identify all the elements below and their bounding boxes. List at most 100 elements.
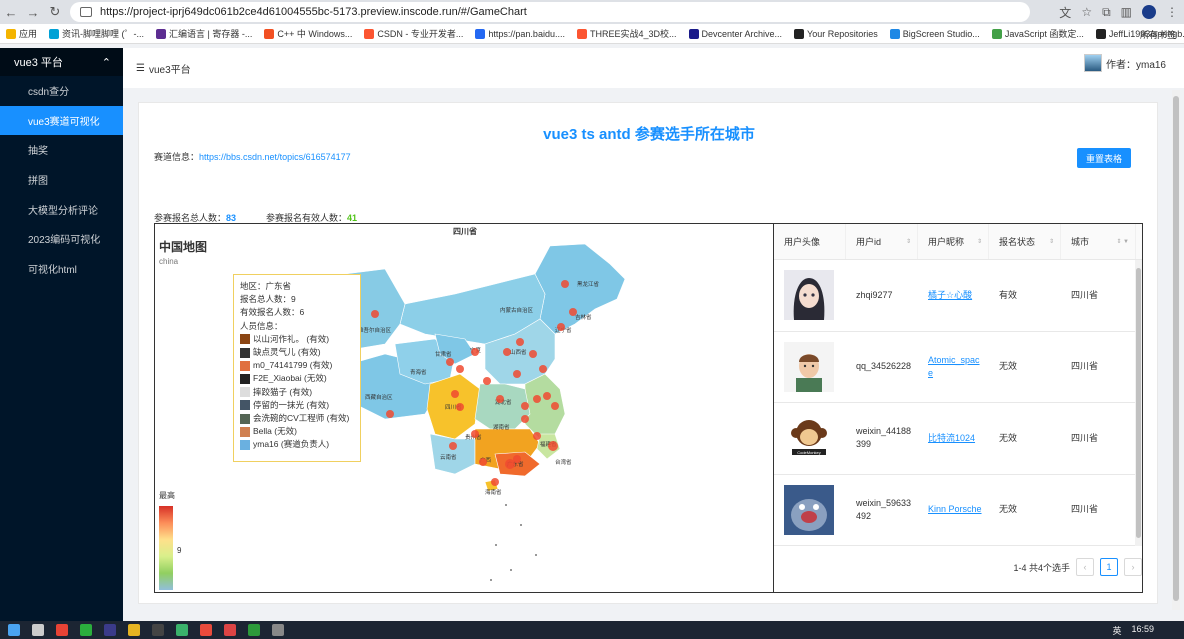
profile-avatar[interactable] xyxy=(1142,5,1156,19)
bookmark-item[interactable]: Your Repositories xyxy=(794,28,878,39)
sidebar-item[interactable]: 大模型分析评论 xyxy=(0,194,123,224)
map-point[interactable] xyxy=(471,348,479,356)
back-icon[interactable]: ← xyxy=(0,1,22,23)
map-point[interactable] xyxy=(371,310,379,318)
site-info-icon[interactable] xyxy=(80,7,92,17)
bookmark-item[interactable]: 资讯-脚哩脚哩 (゜-... xyxy=(49,27,144,40)
map-point[interactable] xyxy=(513,370,521,378)
sort-icon[interactable]: ⇕ xyxy=(977,238,982,245)
map-point[interactable] xyxy=(483,377,491,385)
chrome-icon[interactable] xyxy=(56,624,68,636)
map-point[interactable] xyxy=(533,432,541,440)
sidebar-item[interactable]: 拼图 xyxy=(0,165,123,195)
url-text[interactable]: https://project-iprj649dc061b2ce4d610045… xyxy=(100,6,527,18)
sidebar-item[interactable]: csdn查分 xyxy=(0,76,123,106)
app-icon[interactable] xyxy=(224,624,236,636)
terminal-icon[interactable] xyxy=(152,624,164,636)
map-point[interactable] xyxy=(516,338,524,346)
folder-icon[interactable] xyxy=(128,624,140,636)
sidebar-item[interactable]: vue3赛道可视化 xyxy=(0,105,123,136)
bookmark-item[interactable]: BigScreen Studio... xyxy=(889,28,980,39)
map-point[interactable] xyxy=(551,402,559,410)
menu-icon[interactable]: ☰ xyxy=(136,63,145,74)
china-map-panel[interactable]: 四川省 中国地图 china 黑龙江省 内蒙古自治区 吉林省 辽宁省 新疆维吾尔… xyxy=(154,223,774,593)
map-point[interactable] xyxy=(539,365,547,373)
forward-icon[interactable]: → xyxy=(22,1,44,23)
column-header[interactable]: 城市 ⇕ ▼ xyxy=(1061,224,1136,259)
user-nickname-link[interactable]: Kinn Porsche xyxy=(918,475,989,546)
legend-gradient-bar[interactable] xyxy=(159,506,173,590)
map-point[interactable] xyxy=(543,392,551,400)
sort-filter-icon[interactable]: ⇕ ▼ xyxy=(1116,238,1129,245)
map-point[interactable] xyxy=(557,323,565,331)
sidepanel-icon[interactable]: ▥ xyxy=(1121,5,1132,19)
app-icon[interactable] xyxy=(200,624,212,636)
map-point[interactable] xyxy=(479,458,487,466)
reset-table-button[interactable]: 重置表格 xyxy=(1077,148,1131,168)
search-icon[interactable] xyxy=(32,624,44,636)
editor-icon[interactable] xyxy=(104,624,116,636)
prev-page-button[interactable]: ‹ xyxy=(1076,558,1094,576)
map-point[interactable] xyxy=(521,415,529,423)
page-scrollbar[interactable] xyxy=(1172,90,1180,610)
sidebar-item[interactable]: 2023编码可视化 xyxy=(0,224,123,254)
map-point[interactable] xyxy=(569,308,577,316)
bookmark-item[interactable]: Devcenter Archive... xyxy=(688,28,782,39)
nickname-link[interactable]: Kinn Porsche xyxy=(928,503,982,516)
sort-icon[interactable]: ⇕ xyxy=(906,238,911,245)
input-language[interactable]: 英 xyxy=(1112,624,1121,637)
nickname-link[interactable]: Atomic_space xyxy=(928,354,983,380)
column-header[interactable]: 用户昵称 ⇕ xyxy=(918,224,989,259)
table-scroll-thumb[interactable] xyxy=(1136,268,1141,538)
map-point[interactable] xyxy=(456,403,464,411)
bookmark-item[interactable]: JavaScript 函数定... xyxy=(991,27,1084,40)
next-page-button[interactable]: › xyxy=(1124,558,1142,576)
map-point[interactable] xyxy=(451,390,459,398)
map-point[interactable] xyxy=(513,455,521,463)
column-header[interactable]: 用户id ⇕ xyxy=(846,224,918,259)
visual-map-legend[interactable]: 最高 9 最低 xyxy=(159,491,189,592)
map-point[interactable] xyxy=(456,365,464,373)
page-scroll-thumb[interactable] xyxy=(1173,96,1179,601)
app-icon[interactable] xyxy=(248,624,260,636)
bookmark-item[interactable]: THREE实战4_3D校... xyxy=(576,27,677,40)
track-link[interactable]: https://bbs.csdn.net/topics/616574177 xyxy=(199,152,351,162)
bookmark-item[interactable]: CSDN - 专业开发者... xyxy=(364,27,463,40)
column-header[interactable]: 报名状态 ⇕ xyxy=(989,224,1061,259)
nickname-link[interactable]: 比特流1024 xyxy=(928,432,975,445)
map-point[interactable] xyxy=(386,410,394,418)
windows-start-icon[interactable] xyxy=(8,624,20,636)
table-scrollbar[interactable] xyxy=(1135,260,1142,546)
user-nickname-link[interactable]: Atomic_space xyxy=(918,332,989,403)
bookmark-item[interactable]: 汇编语言 | 寄存器 -... xyxy=(156,27,252,40)
bookmark-item[interactable]: 应用 xyxy=(6,27,37,40)
reload-icon[interactable]: ↻ xyxy=(44,1,66,23)
map-region-east[interactable] xyxy=(524,373,566,440)
user-nickname-link[interactable]: 橘子☆心酸 xyxy=(918,260,989,331)
map-point[interactable] xyxy=(496,395,504,403)
nickname-link[interactable]: 橘子☆心酸 xyxy=(928,289,972,302)
menu-kebab-icon[interactable]: ⋮ xyxy=(1166,5,1178,19)
all-bookmarks-button[interactable]: 所有书签 xyxy=(1140,28,1176,41)
app-icon[interactable] xyxy=(272,624,284,636)
user-nickname-link[interactable]: 比特流1024 xyxy=(918,403,989,474)
star-icon[interactable]: ☆ xyxy=(1081,5,1092,19)
map-point[interactable] xyxy=(449,442,457,450)
address-bar[interactable]: https://project-iprj649dc061b2ce4d610045… xyxy=(70,2,1030,22)
page-number-button[interactable]: 1 xyxy=(1100,558,1118,576)
map-point[interactable] xyxy=(561,280,569,288)
sort-icon[interactable]: ⇕ xyxy=(1049,238,1054,245)
map-point[interactable] xyxy=(503,348,511,356)
map-point[interactable] xyxy=(548,441,558,451)
map-point[interactable] xyxy=(471,430,479,438)
bookmark-item[interactable]: https://pan.baidu.... xyxy=(475,28,565,39)
map-point[interactable] xyxy=(446,358,454,366)
bookmark-item[interactable]: C++ 中 Windows... xyxy=(264,27,352,40)
translate-icon[interactable]: 文 xyxy=(1059,4,1071,21)
app-icon[interactable] xyxy=(176,624,188,636)
map-point[interactable] xyxy=(521,402,529,410)
wechat-icon[interactable] xyxy=(80,624,92,636)
extensions-icon[interactable]: ⧉ xyxy=(1102,5,1111,20)
map-point[interactable] xyxy=(491,478,499,486)
map-point[interactable] xyxy=(533,395,541,403)
